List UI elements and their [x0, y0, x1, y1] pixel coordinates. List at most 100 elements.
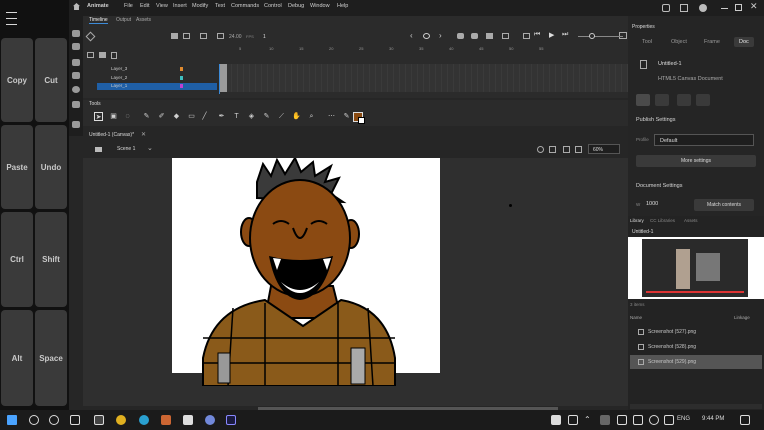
- layer-row[interactable]: Layer_2: [97, 75, 217, 82]
- minimize-icon[interactable]: [721, 8, 728, 9]
- layer-row-selected[interactable]: Layer_1: [97, 83, 217, 90]
- rectangle-tool-icon[interactable]: ▭: [187, 112, 196, 121]
- paint-brush-icon[interactable]: [217, 33, 224, 39]
- tab-tool[interactable]: Tool: [642, 39, 652, 45]
- alt-key[interactable]: Alt: [1, 310, 33, 406]
- clock[interactable]: 9:44 PM: [702, 416, 724, 422]
- loop-icon[interactable]: [523, 33, 530, 39]
- paste-key[interactable]: Paste: [1, 125, 33, 209]
- profile-dropdown[interactable]: Default: [654, 134, 754, 146]
- language-indicator[interactable]: ENG: [677, 416, 690, 422]
- library-item-selected[interactable]: Screenshot (529).png: [630, 355, 762, 369]
- publish-settings-header[interactable]: Publish Settings: [636, 117, 675, 123]
- stroke-color-swatch[interactable]: [358, 117, 365, 124]
- volume-icon[interactable]: [649, 415, 659, 425]
- tab-doc[interactable]: Doc: [734, 37, 754, 47]
- motion-icon[interactable]: [471, 33, 478, 39]
- clip-icon[interactable]: [549, 146, 556, 153]
- library-item[interactable]: Screenshot (527).png: [630, 325, 762, 339]
- frame-grid[interactable]: [219, 64, 628, 92]
- stroke-color-icon[interactable]: ✎: [342, 112, 351, 121]
- app-icon[interactable]: [94, 415, 104, 425]
- shift-key[interactable]: Shift: [35, 212, 67, 307]
- step-back-icon[interactable]: ⏮: [534, 31, 540, 39]
- maximize-icon[interactable]: [735, 4, 742, 11]
- test-movie-icon[interactable]: [699, 4, 707, 12]
- zoom-dropdown[interactable]: 60%: [588, 144, 620, 154]
- ctrl-key[interactable]: Ctrl: [1, 212, 33, 307]
- tray-icon[interactable]: [600, 415, 610, 425]
- layer-color-swatch[interactable]: [180, 67, 183, 71]
- space-key[interactable]: Space: [35, 310, 67, 406]
- classic-tween-icon[interactable]: [486, 33, 493, 39]
- home-icon[interactable]: [73, 3, 80, 10]
- lasso-icon[interactable]: ◌: [123, 112, 132, 121]
- brush-icon[interactable]: ✎: [142, 112, 151, 121]
- frame-number[interactable]: 1: [263, 34, 266, 40]
- document-tab[interactable]: Untitled-1 (Canvas)*: [89, 132, 134, 138]
- paint-bucket-icon[interactable]: ◈: [247, 112, 256, 121]
- chevron-up-icon[interactable]: ⌃: [584, 415, 591, 424]
- menu-control[interactable]: Control: [264, 3, 282, 9]
- menu-text[interactable]: Text: [215, 3, 225, 9]
- app-icon[interactable]: [161, 415, 171, 425]
- panel-icon[interactable]: [72, 101, 80, 108]
- tab-assets[interactable]: Assets: [136, 17, 151, 23]
- cortana-icon[interactable]: [49, 415, 59, 425]
- tray-icon[interactable]: [568, 415, 578, 425]
- edit-scene-icon[interactable]: [95, 147, 102, 152]
- character-drawing[interactable]: [173, 158, 441, 386]
- guides-icon[interactable]: [677, 94, 691, 106]
- menu-edit[interactable]: Edit: [140, 3, 149, 9]
- panel-icon[interactable]: [72, 72, 80, 79]
- menu-window[interactable]: Window: [310, 3, 330, 9]
- camera-pan-icon[interactable]: [537, 146, 544, 153]
- tab-cc-libraries[interactable]: CC Libraries: [650, 218, 675, 223]
- timeline-zoom-thumb[interactable]: [589, 33, 595, 39]
- menu-file[interactable]: File: [124, 3, 133, 9]
- close-icon[interactable]: ✕: [750, 1, 758, 12]
- info-icon[interactable]: [72, 86, 80, 93]
- hand-tool-icon[interactable]: ✋: [292, 112, 301, 121]
- ink-bottle-icon[interactable]: ✎: [262, 112, 271, 121]
- zoom-tool-icon[interactable]: ⌕: [307, 112, 316, 121]
- more-settings-button[interactable]: More settings: [636, 155, 756, 167]
- eraser-icon[interactable]: ◆: [172, 112, 181, 121]
- panel-icon[interactable]: [72, 59, 80, 66]
- selection-tool-icon[interactable]: ➤: [94, 112, 103, 121]
- chevron-down-icon[interactable]: ⌄: [147, 144, 153, 152]
- library-item[interactable]: Screenshot (528).png: [630, 340, 762, 354]
- add-keyframe-icon[interactable]: [423, 33, 430, 39]
- width-value[interactable]: 1000: [646, 201, 658, 207]
- search-icon[interactable]: [29, 415, 39, 425]
- match-contents-button[interactable]: Match contents: [694, 199, 754, 211]
- name-column-header[interactable]: Name: [630, 315, 642, 320]
- keyboard-icon[interactable]: [664, 415, 674, 425]
- task-view-icon[interactable]: [70, 415, 80, 425]
- menu-view[interactable]: View: [156, 3, 168, 9]
- layer-row[interactable]: Layer_3: [97, 66, 217, 73]
- notification-icon[interactable]: [740, 415, 750, 425]
- center-stage-icon[interactable]: [563, 146, 570, 153]
- layers-icon[interactable]: [85, 31, 96, 42]
- tab-library-assets[interactable]: Assets: [684, 218, 698, 223]
- magnet-icon[interactable]: [636, 94, 650, 106]
- menu-insert[interactable]: Insert: [173, 3, 187, 9]
- discord-icon[interactable]: [205, 415, 215, 425]
- scene-selector[interactable]: Scene 1: [117, 146, 135, 152]
- play-icon[interactable]: ▶: [549, 31, 554, 39]
- frame-view-icon[interactable]: [200, 33, 207, 39]
- edge-icon[interactable]: [139, 415, 149, 425]
- layer-color-swatch[interactable]: [180, 76, 183, 80]
- tab-timeline[interactable]: Timeline: [89, 17, 108, 24]
- hamburger-icon[interactable]: [6, 12, 17, 13]
- lock-icon[interactable]: [696, 94, 710, 106]
- menu-debug[interactable]: Debug: [288, 3, 304, 9]
- eyedropper-icon[interactable]: ⟋: [277, 112, 286, 121]
- linkage-column-header[interactable]: Linkage: [734, 315, 750, 320]
- panel-icon[interactable]: [72, 30, 80, 37]
- menu-commands[interactable]: Commands: [231, 3, 259, 9]
- stage-area[interactable]: [83, 158, 628, 410]
- menu-modify[interactable]: Modify: [192, 3, 208, 9]
- tab-output[interactable]: Output: [116, 17, 131, 23]
